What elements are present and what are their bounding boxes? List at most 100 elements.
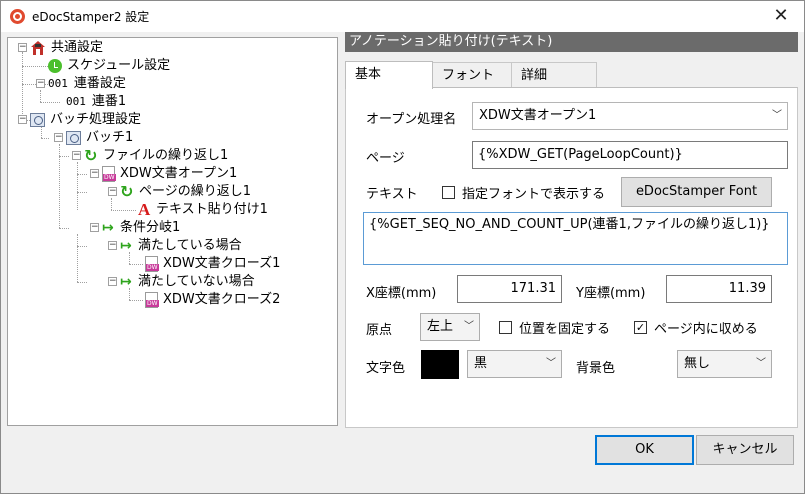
expander-serial[interactable]: − [36,79,45,88]
text-annotation-icon: A [138,200,151,219]
text-label: テキスト [366,187,418,202]
tree-item-not-satisfied[interactable]: ↦ 満たしていない場合 [120,273,257,291]
tree-item-serial-settings[interactable]: 001 連番設定 [48,75,128,93]
xdw-document-icon [145,256,159,272]
expander-common[interactable]: − [18,43,27,52]
settings-window: eDocStamper2 設定 ✕ − − − − − − − − − − 共通… [0,0,805,494]
text-content-field[interactable]: {%GET_SEQ_NO_AND_COUNT_UP(連番1,ファイルの繰り返し1… [363,212,788,265]
bg-color-label: 背景色 [576,361,616,376]
tree-item-label: 共通設定 [51,40,104,55]
specified-font-checkbox[interactable] [442,186,455,199]
tree-item-schedule[interactable]: スケジュール設定 [48,57,172,75]
loop-icon: ↻ [120,182,134,201]
chevron-down-icon: ﹀ [464,321,474,332]
ok-button[interactable]: OK [595,435,694,465]
text-content-value: {%GET_SEQ_NO_AND_COUNT_UP(連番1,ファイルの繰り返し1… [369,217,770,232]
tree-item-page-loop[interactable]: ↻ ページの繰り返し1 [120,183,253,201]
page-label: ページ [366,151,405,166]
tree-item-text-paste[interactable]: A テキスト貼り付け1 [138,201,270,219]
tree-item-label: 満たしている場合 [138,238,242,253]
tree-item-label: ページの繰り返し1 [139,184,252,199]
tree-item-common[interactable]: 共通設定 [30,39,105,57]
tree-item-batch1[interactable]: バッチ1 [66,129,135,147]
tree-item-xdw-close1[interactable]: XDW文書クローズ1 [145,255,282,273]
tree-item-xdw-close2[interactable]: XDW文書クローズ2 [145,291,282,309]
chevron-down-icon: ﹀ [772,110,782,121]
tree-item-batch-settings[interactable]: バッチ処理設定 [30,111,143,129]
panel-header: アノテーション貼り付け(テキスト) [345,32,798,52]
open-process-select[interactable]: XDW文書オープン1 ﹀ [472,102,788,130]
expander-file-loop[interactable]: − [72,151,81,160]
specified-font-label: 指定フォントで表示する [462,187,606,202]
tree-item-label: バッチ1 [86,130,134,145]
bg-color-value: 無し [684,356,711,371]
text-color-swatch [421,350,459,379]
tree-item-label: 満たしていない場合 [138,274,255,289]
house-icon [30,40,46,56]
tree-item-serial1[interactable]: 001 連番1 [66,93,128,111]
tab-detail[interactable]: 詳細 [511,62,597,88]
clock-icon [48,59,62,73]
x-coord-input[interactable]: 171.31 [457,275,562,303]
open-process-value: XDW文書オープン1 [479,108,597,123]
x-coord-label: X座標(mm) [366,286,437,301]
tree-item-branch[interactable]: ↦ 条件分岐1 [102,219,182,237]
window-title: eDocStamper2 設定 [32,10,150,24]
tree-item-label: XDW文書クローズ2 [163,292,281,307]
tab-font[interactable]: フォント [432,62,512,88]
tree-item-label: 連番1 [91,94,127,109]
tree-item-label: XDW文書クローズ1 [163,256,281,271]
origin-select[interactable]: 左上 ﹀ [420,313,480,341]
loop-icon: ↻ [84,146,98,165]
text-color-value: 黒 [474,356,488,371]
tree-item-label: ファイルの繰り返し1 [103,148,229,163]
text-color-label: 文字色 [366,361,406,376]
y-coord-input[interactable]: 11.39 [666,275,772,303]
expander-batch1[interactable]: − [54,133,63,142]
expander-branch[interactable]: − [90,223,99,232]
fix-position-label: 位置を固定する [519,322,611,337]
bg-color-select[interactable]: 無し ﹀ [677,350,772,378]
fit-page-checkbox[interactable]: ✓ [634,321,647,334]
branch-icon: ↦ [120,274,132,290]
expander-batch-settings[interactable]: − [18,115,27,124]
tree-item-label: テキスト貼り付け1 [154,201,270,219]
edocstamper-font-button[interactable]: eDocStamper Font [621,177,772,207]
branch-icon: ↦ [120,238,132,254]
tree-item-label: 条件分岐1 [120,220,181,235]
tree-item-label: バッチ処理設定 [50,112,142,127]
expander-page-loop[interactable]: − [108,187,117,196]
fix-position-checkbox[interactable] [499,321,512,334]
tab-basic[interactable]: 基本 [345,61,433,89]
page-input[interactable]: {%XDW_GET(PageLoopCount)} [472,141,788,169]
title-bar: eDocStamper2 設定 ✕ [1,1,804,32]
tree-item-xdw-open[interactable]: XDW文書オープン1 [102,165,239,183]
origin-label: 原点 [366,323,393,338]
origin-value: 左上 [427,319,454,334]
app-icon [10,9,25,24]
cancel-button[interactable]: キャンセル [696,435,794,465]
counter-icon: 001 [48,77,68,90]
expander-satisfied[interactable]: − [108,241,117,250]
settings-tree[interactable]: − − − − − − − − − − 共通設定 スケジュール設定 001 連番設… [7,37,338,426]
batch-settings-icon [30,113,45,127]
tree-item-label: スケジュール設定 [67,58,171,73]
batch-icon [66,131,81,145]
tree-item-file-loop[interactable]: ↻ ファイルの繰り返し1 [84,147,230,165]
tree-item-label: XDW文書オープン1 [120,166,238,181]
open-process-label: オープン処理名 [366,112,457,127]
tree-item-satisfied[interactable]: ↦ 満たしている場合 [120,237,244,255]
chevron-down-icon: ﹀ [756,358,766,369]
close-icon[interactable]: ✕ [758,1,804,32]
fit-page-label: ページ内に収める [654,322,758,337]
counter-icon: 001 [66,95,86,108]
text-color-select[interactable]: 黒 ﹀ [467,350,562,378]
xdw-document-icon [145,292,159,308]
expander-not-satisfied[interactable]: − [108,277,117,286]
branch-icon: ↦ [102,220,114,236]
chevron-down-icon: ﹀ [546,358,556,369]
tree-item-label: 連番設定 [73,76,126,91]
expander-xdw-open[interactable]: − [90,169,99,178]
xdw-document-icon [102,166,116,182]
y-coord-label: Y座標(mm) [576,286,646,301]
